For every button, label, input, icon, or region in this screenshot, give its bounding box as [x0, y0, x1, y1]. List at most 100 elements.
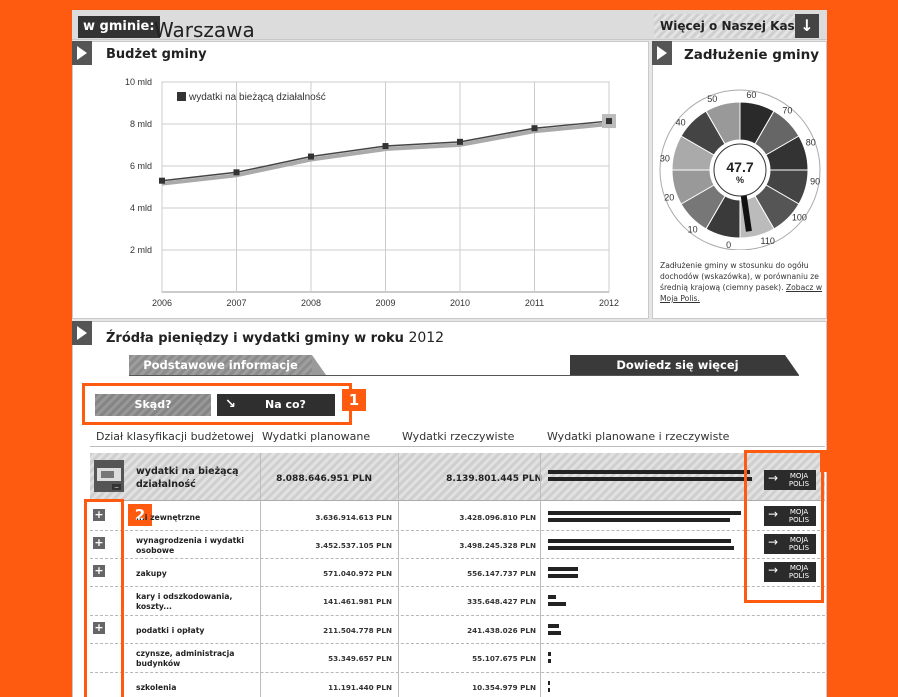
data-point: [308, 153, 314, 160]
tab-basic-info[interactable]: Podstawowe informacje: [129, 355, 312, 375]
moja-label: MOJA: [789, 536, 809, 544]
row-actual: 241.438.026 PLN: [467, 626, 536, 635]
y-tick-label: 10 mld: [125, 77, 152, 87]
row-actual: 55.107.675 PLN: [472, 654, 536, 663]
col-header-actual: Wydatki rzeczywiste: [402, 430, 515, 443]
gauge-scale-label: 50: [707, 94, 717, 104]
expand-plus-icon[interactable]: +: [93, 537, 105, 549]
total-bar-actual: [548, 477, 752, 481]
total-actual: 8.139.801.445 PLN: [446, 474, 542, 484]
total-name: wydatki na bieżącą działalność: [136, 466, 239, 490]
row-planned: 3.636.914.613 PLN: [315, 513, 392, 522]
row-planned: 211.504.778 PLN: [323, 626, 392, 635]
play-icon-debt: [657, 46, 667, 60]
data-point: [382, 143, 389, 150]
more-about-kasa-label: Więcej o Naszej Kasie: [660, 19, 807, 33]
row-actual: 335.648.427 PLN: [467, 597, 536, 606]
row-actual: 10.354.979 PLN: [472, 683, 536, 692]
row-actual: 3.498.245.328 PLN: [459, 541, 536, 550]
row-bar-actual: [548, 688, 550, 692]
arrow-right-icon: →: [768, 535, 779, 549]
y-tick-label: 8 mld: [130, 119, 152, 129]
gauge-scale-label: 70: [782, 106, 792, 116]
play-icon-sources: [77, 326, 87, 340]
arrow-down-icon[interactable]: ↓: [795, 14, 819, 38]
tab-learn-more[interactable]: Dowiedz się więcej: [570, 355, 785, 375]
row-bar-actual: [548, 631, 561, 635]
gauge-scale-label: 40: [676, 118, 686, 128]
data-point: [457, 138, 463, 145]
data-point: [606, 118, 612, 125]
row-bar-planned: [548, 624, 560, 628]
moja-label: MOJA: [789, 564, 809, 572]
x-tick-label: 2011: [525, 298, 544, 308]
gauge-scale-label: 90: [810, 176, 820, 186]
budget-chart: 10 mld 8 mld 6 mld 4 mld 2 mld 2006 2007 2008 20…: [125, 77, 619, 308]
col-header-category: Dział klasyfikacji budżetowej: [96, 430, 254, 443]
callout-box-2: [84, 499, 124, 697]
row-bar-actual: [548, 518, 731, 522]
row-bar-planned: [548, 652, 551, 656]
gauge-scale-label: 20: [664, 193, 674, 203]
row-bar-actual: [548, 574, 578, 578]
row-bar-planned: [548, 681, 550, 685]
row-name: zakupy: [136, 569, 167, 578]
col-header-comparison: Wydatki planowane i rzeczywiste: [547, 430, 730, 443]
debt-description: Zadłużenie gminy w stosunku do ogółu doc…: [660, 260, 827, 304]
x-tick-label: 2008: [301, 298, 321, 308]
row-actual: 556.147.737 PLN: [467, 569, 536, 578]
col-sep-3: [540, 453, 541, 697]
y-tick-label: 6 mld: [130, 161, 152, 171]
moja-polis-label: MOJA POLIS: [786, 564, 812, 580]
row-planned: 3.452.537.105 PLN: [315, 541, 392, 550]
data-point: [159, 177, 165, 184]
tab-basic-corner: [312, 355, 326, 375]
wallet-icon: −: [94, 460, 124, 492]
sources-title: Źródła pieniędzy i wydatki gminy w roku …: [106, 330, 444, 346]
row-planned: 571.040.972 PLN: [323, 569, 392, 578]
gauge-scale-label: 80: [806, 137, 816, 147]
row-bar-actual: [548, 659, 551, 663]
row-bar-actual: [548, 546, 734, 550]
moja-polis-button[interactable]: → MOJA POLIS: [764, 534, 816, 554]
expand-plus-icon[interactable]: +: [93, 565, 105, 577]
data-point: [233, 169, 240, 176]
moja-polis-label: MOJA POLIS: [786, 536, 812, 552]
row-name: szkolenia: [136, 683, 177, 692]
more-about-kasa-link[interactable]: Więcej o Naszej Kasie ↓: [654, 14, 819, 38]
expand-plus-icon[interactable]: +: [93, 509, 105, 521]
tabs-underline: [129, 375, 799, 376]
arrow-right-icon: →: [768, 507, 779, 521]
polis-label: POLIS: [788, 544, 810, 552]
row-name: ...i zewnętrzne: [136, 513, 201, 522]
callout-badge-3: 3: [820, 450, 827, 472]
gauge-scale-label: 100: [792, 212, 807, 222]
moja-polis-button[interactable]: → MOJA POLIS: [764, 506, 816, 526]
expand-plus-icon[interactable]: +: [93, 622, 105, 634]
row-bar-planned: [548, 511, 742, 515]
gauge-scale-label: 110: [761, 236, 775, 246]
polis-label: POLIS: [788, 572, 810, 580]
main-page: w gminie: Warszawa Więcej o Naszej Kasie…: [72, 10, 827, 697]
row-planned: 11.191.440 PLN: [328, 683, 392, 692]
x-tick-label: 2009: [375, 298, 395, 308]
row-bar-planned: [548, 595, 556, 599]
row-bar-planned: [548, 539, 732, 543]
callout-box-1: [82, 383, 352, 425]
x-tick-label: 2012: [599, 298, 619, 308]
row-actual: 3.428.096.810 PLN: [459, 513, 536, 522]
row-planned: 141.461.981 PLN: [323, 597, 392, 606]
total-planned: 8.088.646.951 PLN: [276, 474, 372, 484]
row-bar-planned: [548, 567, 579, 571]
svg-text:−: −: [114, 484, 119, 491]
gauge-scale-label: 30: [660, 154, 670, 164]
gauge-scale-label: 0: [726, 240, 731, 250]
arrow-right-icon: →: [768, 563, 779, 577]
total-bar-planned: [548, 470, 750, 474]
sources-year: 2012: [408, 330, 445, 346]
row-name: kary i odszkodowania, koszty...: [136, 592, 233, 611]
moja-polis-button[interactable]: → MOJA POLIS: [764, 562, 816, 582]
x-tick-label: 2007: [226, 298, 246, 308]
legend-swatch: [177, 92, 186, 101]
moja-polis-label: MOJA POLIS: [786, 508, 812, 524]
